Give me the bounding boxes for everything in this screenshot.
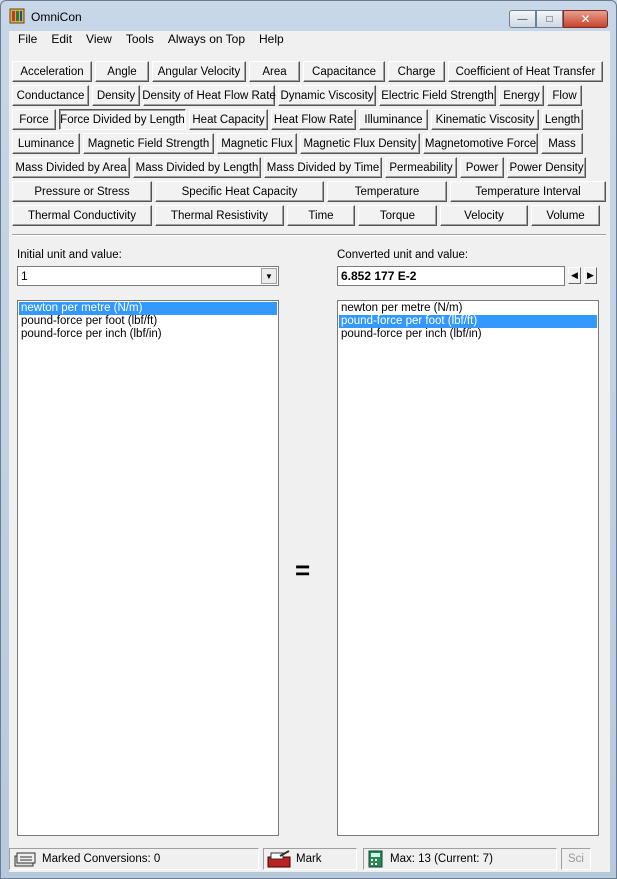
sci-toggle[interactable]: Sci [561, 848, 591, 870]
category-angular-velocity[interactable]: Angular Velocity [152, 61, 246, 82]
category-length[interactable]: Length [542, 109, 583, 130]
category-mass[interactable]: Mass [541, 133, 583, 154]
initial-value[interactable]: 1 [21, 269, 28, 283]
mark-icon [267, 850, 291, 868]
list-item[interactable]: pound-force per foot (lbf/ft) [19, 315, 277, 328]
category-capacitance[interactable]: Capacitance [303, 61, 385, 82]
list-item[interactable]: pound-force per inch (lbf/in) [19, 328, 277, 341]
initial-unit-label: Initial unit and value: [17, 249, 122, 261]
title-bar[interactable]: OmniCon — □ ✕ [1, 1, 616, 31]
category-dynamic-viscosity[interactable]: Dynamic Viscosity [278, 85, 376, 106]
category-magnetic-field-strength[interactable]: Magnetic Field Strength [83, 133, 214, 154]
category-thermal-resistivity[interactable]: Thermal Resistivity [155, 205, 284, 226]
marked-conversions-text: Marked Conversions: 0 [42, 853, 161, 865]
category-flow[interactable]: Flow [547, 85, 582, 106]
menu-help[interactable]: Help [252, 31, 291, 50]
converted-units-list[interactable]: newton per metre (N/m) pound-force per f… [337, 300, 599, 836]
category-illuminance[interactable]: Illuminance [359, 109, 428, 130]
chevron-down-icon[interactable]: ▼ [261, 268, 277, 284]
app-icon [9, 8, 25, 24]
category-density[interactable]: Density [92, 85, 140, 106]
category-area[interactable]: Area [249, 61, 300, 82]
category-electric-field-strength[interactable]: Electric Field Strength [379, 85, 496, 106]
category-thermal-conductivity[interactable]: Thermal Conductivity [12, 205, 152, 226]
category-row: Force Force Divided by Length Heat Capac… [12, 109, 606, 130]
equals-sign: = [295, 555, 311, 585]
initial-units-list[interactable]: newton per metre (N/m) pound-force per f… [17, 300, 279, 836]
category-energy[interactable]: Energy [499, 85, 544, 106]
menu-always-on-top[interactable]: Always on Top [161, 31, 252, 50]
separator [12, 234, 606, 236]
category-charge[interactable]: Charge [388, 61, 445, 82]
menu-view[interactable]: View [79, 31, 119, 50]
list-item[interactable]: pound-force per foot (lbf/ft) [339, 315, 597, 328]
menu-edit[interactable]: Edit [44, 31, 79, 50]
category-row: Mass Divided by Area Mass Divided by Len… [12, 157, 606, 178]
menu-tools[interactable]: Tools [119, 31, 161, 50]
category-buttons: Acceleration Angle Angular Velocity Area… [12, 61, 606, 229]
category-magnetic-flux[interactable]: Magnetic Flux [217, 133, 297, 154]
category-coefficient-of-heat-transfer[interactable]: Coefficient of Heat Transfer [448, 61, 603, 82]
menu-file[interactable]: File [11, 31, 44, 50]
converted-unit-label: Converted unit and value: [337, 249, 469, 261]
calculator-icon [368, 850, 383, 868]
window-title: OmniCon [31, 10, 82, 24]
category-magnetomotive-force[interactable]: Magnetomotive Force [423, 133, 538, 154]
app-window: OmniCon — □ ✕ File Edit View Tools Alway… [0, 0, 617, 879]
initial-value-combobox[interactable]: 1 ▼ [17, 266, 279, 286]
category-kinematic-viscosity[interactable]: Kinematic Viscosity [431, 109, 539, 130]
category-conductance[interactable]: Conductance [12, 85, 89, 106]
client-area: File Edit View Tools Always on Top Help … [9, 31, 610, 872]
category-row: Pressure or Stress Specific Heat Capacit… [12, 181, 606, 202]
category-specific-heat-capacity[interactable]: Specific Heat Capacity [155, 181, 324, 202]
list-item[interactable]: pound-force per inch (lbf/in) [339, 328, 597, 341]
category-power[interactable]: Power [460, 157, 504, 178]
list-item[interactable]: newton per metre (N/m) [19, 302, 277, 315]
category-time[interactable]: Time [287, 205, 355, 226]
category-density-of-heat-flow-rate[interactable]: Density of Heat Flow Rate [142, 85, 276, 106]
minimize-button[interactable]: — [509, 10, 536, 28]
category-angle[interactable]: Angle [95, 61, 149, 82]
category-mass-divided-by-time[interactable]: Mass Divided by Time [264, 157, 382, 178]
category-row: Luminance Magnetic Field Strength Magnet… [12, 133, 606, 154]
category-volume[interactable]: Volume [531, 205, 600, 226]
maximize-button[interactable]: □ [536, 10, 563, 28]
previous-arrow-icon[interactable]: ◀ [568, 267, 581, 284]
category-heat-capacity[interactable]: Heat Capacity [189, 109, 268, 130]
category-luminance[interactable]: Luminance [12, 133, 80, 154]
close-button[interactable]: ✕ [563, 10, 608, 28]
category-temperature[interactable]: Temperature [327, 181, 447, 202]
max-panel: Max: 13 (Current: 7) [363, 848, 557, 870]
max-text: Max: 13 (Current: 7) [390, 853, 493, 865]
category-row: Acceleration Angle Angular Velocity Area… [12, 61, 606, 82]
marked-conversions-panel: Marked Conversions: 0 [9, 848, 259, 870]
next-arrow-icon[interactable]: ▶ [584, 267, 597, 284]
category-torque[interactable]: Torque [358, 205, 437, 226]
converted-value-field[interactable]: 6.852 177 E-2 [337, 266, 565, 286]
category-temperature-interval[interactable]: Temperature Interval [450, 181, 606, 202]
category-magnetic-flux-density[interactable]: Magnetic Flux Density [300, 133, 420, 154]
category-row: Conductance Density Density of Heat Flow… [12, 85, 606, 106]
category-force[interactable]: Force [12, 109, 56, 130]
mark-label[interactable]: Mark [296, 853, 322, 865]
category-heat-flow-rate[interactable]: Heat Flow Rate [271, 109, 356, 130]
mark-button[interactable]: Mark [263, 848, 357, 870]
category-row: Thermal Conductivity Thermal Resistivity… [12, 205, 606, 226]
category-permeability[interactable]: Permeability [385, 157, 457, 178]
category-pressure-or-stress[interactable]: Pressure or Stress [12, 181, 152, 202]
status-bar: Marked Conversions: 0 Mark Max: 13 (Curr… [9, 846, 610, 872]
category-force-divided-by-length[interactable]: Force Divided by Length [59, 109, 186, 130]
category-power-density[interactable]: Power Density [507, 157, 586, 178]
category-acceleration[interactable]: Acceleration [12, 61, 92, 82]
list-item[interactable]: newton per metre (N/m) [339, 302, 597, 315]
category-velocity[interactable]: Velocity [440, 205, 528, 226]
menu-bar: File Edit View Tools Always on Top Help [9, 31, 610, 50]
marked-conversions-icon [14, 852, 36, 867]
category-mass-divided-by-length[interactable]: Mass Divided by Length [133, 157, 261, 178]
category-mass-divided-by-area[interactable]: Mass Divided by Area [12, 157, 130, 178]
